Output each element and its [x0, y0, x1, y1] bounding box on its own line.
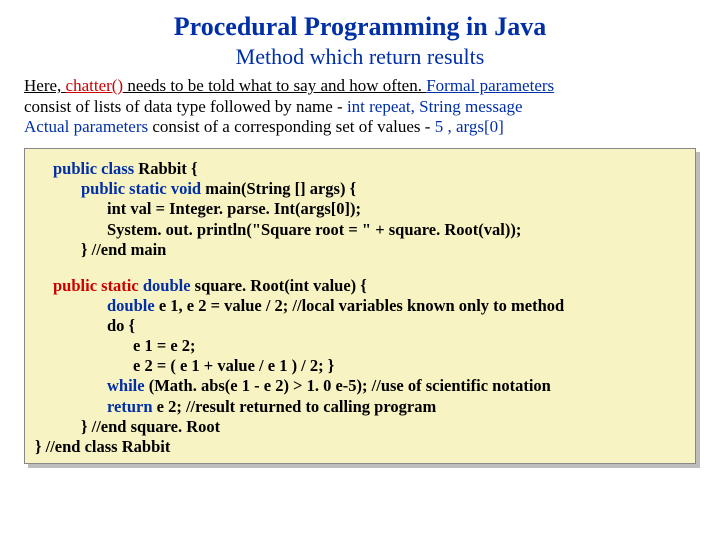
code-text: e 2 = ( e 1 + value / e 1 ) / 2; } — [133, 356, 334, 375]
intro-text: Here, — [24, 76, 66, 95]
intro-example-actual: 5 , args[0] — [435, 117, 504, 136]
kw-return: return — [107, 397, 153, 416]
code-text: int val = Integer. parse. Int(args[0]); — [107, 199, 361, 218]
slide-title: Procedural Programming in Java — [24, 12, 696, 42]
kw-while: while — [107, 376, 145, 395]
code-text: do { — [107, 316, 135, 335]
intro-chatter: chatter() — [66, 76, 124, 95]
kw-public-class: public class — [53, 159, 134, 178]
code-text: } //end main — [81, 240, 166, 259]
kw-method-sig: public static void — [81, 179, 201, 198]
intro-formal-params: Formal parameters — [426, 76, 554, 95]
slide-subtitle: Method which return results — [24, 44, 696, 70]
code-text: e 2; //result returned to calling progra… — [153, 397, 437, 416]
code-text: square. Root(int value) { — [191, 276, 367, 295]
code-text: e 1, e 2 = value / 2; //local variables … — [155, 296, 565, 315]
kw-public-static: public static — [53, 276, 143, 295]
intro-text: needs to be told what to say and how oft… — [123, 76, 426, 95]
kw-double: double — [107, 296, 155, 315]
code-text: e 1 = e 2; — [133, 336, 196, 355]
kw-double: double — [143, 276, 191, 295]
intro-paragraph: Here, chatter() needs to be told what to… — [24, 76, 696, 138]
intro-text: consist of a corresponding set of values… — [148, 117, 435, 136]
code-text: main(String [] args) { — [201, 179, 356, 198]
intro-text: consist of lists of data type followed b… — [24, 97, 347, 116]
intro-actual-params: Actual parameters — [24, 117, 148, 136]
code-text: (Math. abs(e 1 - e 2) > 1. 0 e-5); //use… — [145, 376, 551, 395]
code-text: } //end class Rabbit — [35, 437, 170, 456]
code-text: } //end square. Root — [81, 417, 220, 436]
intro-example-formal: int repeat, String message — [347, 97, 523, 116]
code-text: Rabbit { — [134, 159, 197, 178]
code-block: public class Rabbit { public static void… — [24, 148, 696, 464]
code-text: System. out. println("Square root = " + … — [107, 220, 521, 239]
